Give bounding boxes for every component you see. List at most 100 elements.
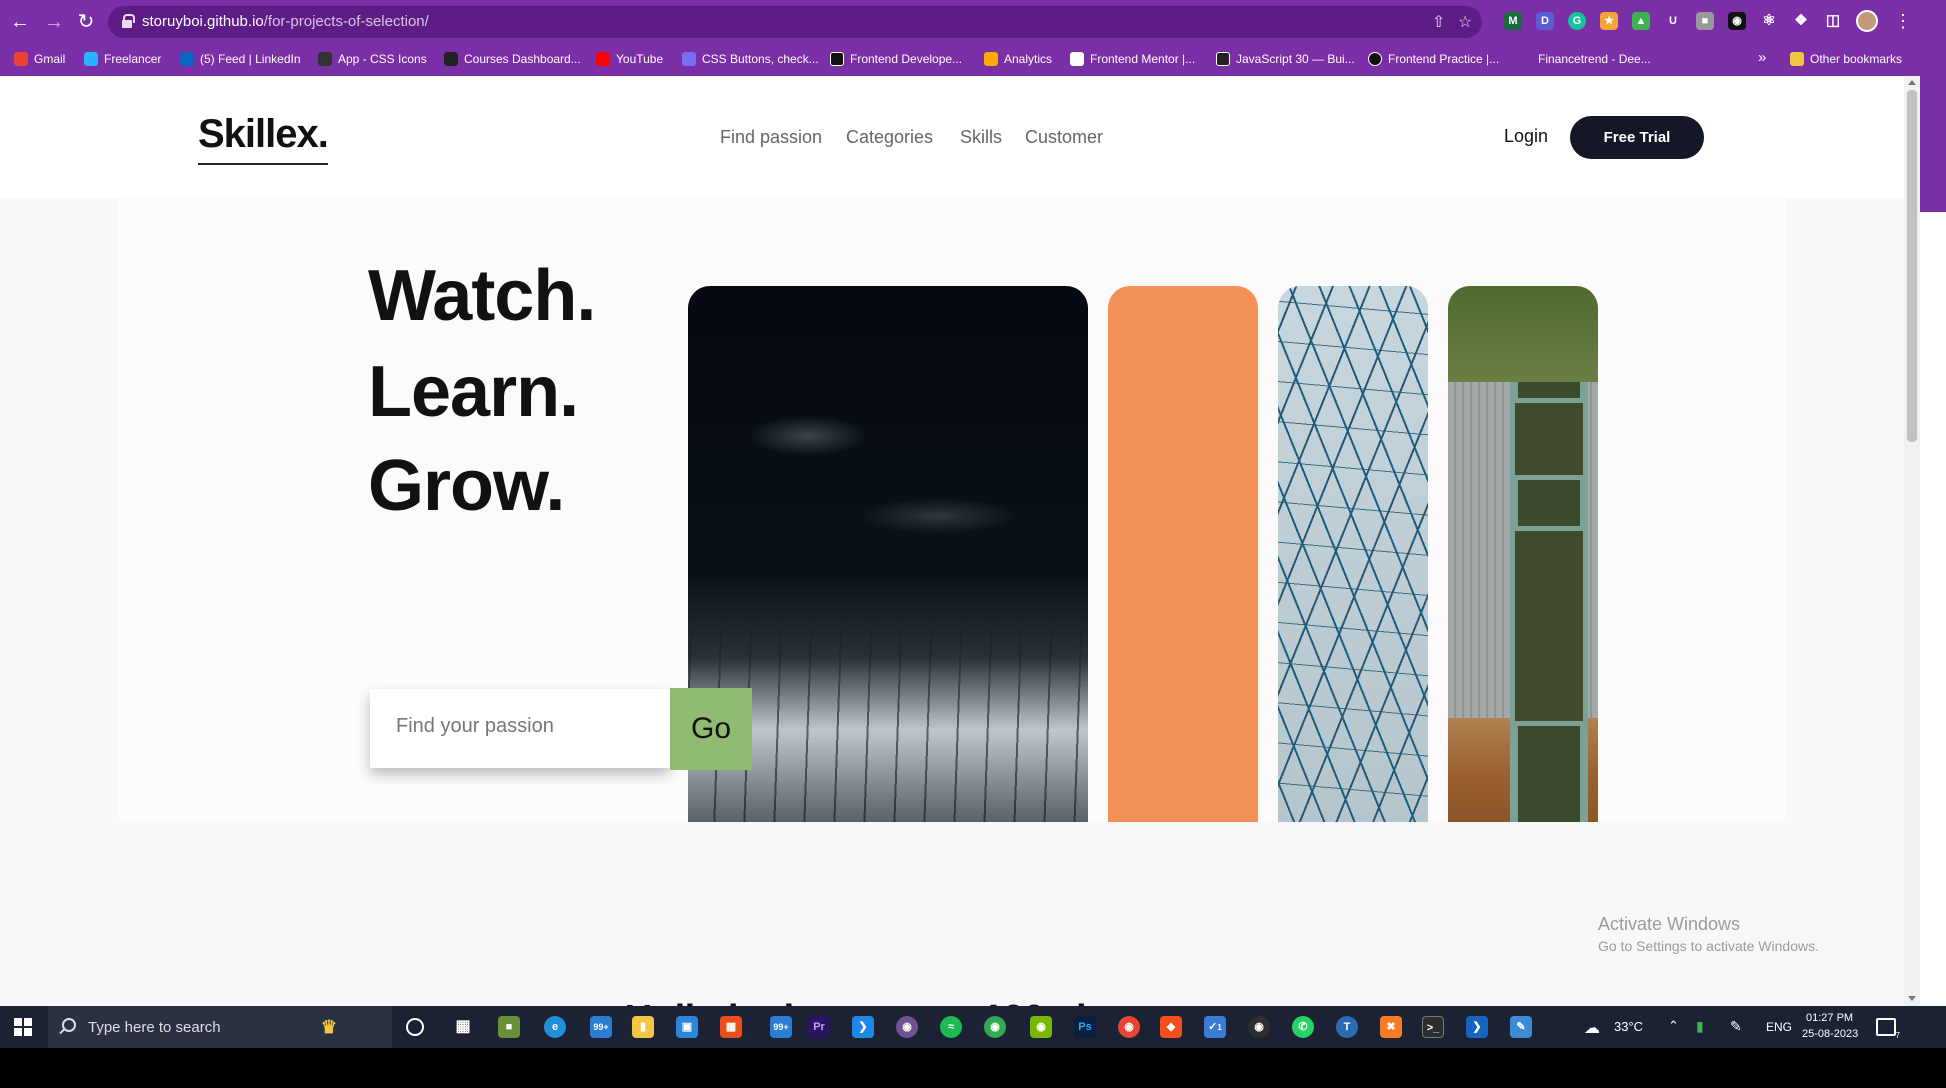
bookmark-item[interactable]: Analytics bbox=[984, 52, 1052, 66]
site-header: Skillex. Find passion Categories Skills … bbox=[0, 76, 1904, 198]
bookmark-item[interactable]: App - CSS Icons bbox=[318, 52, 427, 66]
grammarly-icon[interactable]: G bbox=[1568, 12, 1586, 30]
photoshop-icon[interactable]: Ps bbox=[1074, 1016, 1096, 1038]
scroll-up-arrow-icon[interactable] bbox=[1908, 80, 1916, 85]
share-icon[interactable]: ⇧ bbox=[1432, 12, 1445, 32]
mail-badge-icon[interactable]: 99+ bbox=[770, 1016, 792, 1038]
bookmark-label: Financetrend - Dee... bbox=[1538, 52, 1651, 66]
back-arrow-icon[interactable]: ← bbox=[8, 10, 32, 34]
weather-temp[interactable]: 33°C bbox=[1614, 1019, 1643, 1034]
nav-categories[interactable]: Categories bbox=[846, 127, 933, 148]
forward-arrow-icon[interactable]: → bbox=[42, 10, 66, 34]
clock-date[interactable]: 25-08-2023 bbox=[1802, 1028, 1858, 1040]
tray-chevron-up-icon[interactable]: ⌃ bbox=[1668, 1018, 1679, 1034]
scroll-down-arrow-icon[interactable] bbox=[1908, 996, 1916, 1001]
other-bookmarks-label: Other bookmarks bbox=[1810, 52, 1903, 66]
weather-cloud-icon[interactable]: ☁ bbox=[1584, 1018, 1600, 1038]
login-link[interactable]: Login bbox=[1504, 126, 1548, 147]
nav-customer[interactable]: Customer bbox=[1025, 127, 1103, 148]
nvidia-icon[interactable]: ◉ bbox=[1030, 1016, 1052, 1038]
office-icon[interactable]: ▦ bbox=[720, 1016, 742, 1038]
battery-icon[interactable]: ▮ bbox=[1696, 1018, 1704, 1035]
browser-menu-icon[interactable]: ⋮ bbox=[1894, 10, 1912, 32]
taskbar-search[interactable]: Type here to search ♛ bbox=[48, 1006, 392, 1048]
file-explorer-icon[interactable]: ▮ bbox=[632, 1016, 654, 1038]
reload-icon[interactable]: ↻ bbox=[74, 10, 98, 34]
url-text[interactable]: storuyboi.github.io/for-projects-of-sele… bbox=[142, 13, 429, 30]
bookmark-label: Courses Dashboard... bbox=[464, 52, 581, 66]
bookmark-item[interactable]: Frontend Mentor |... bbox=[1070, 52, 1195, 66]
language-indicator[interactable]: ENG bbox=[1766, 1020, 1792, 1034]
bookmarks-overflow-button[interactable]: » bbox=[1758, 49, 1766, 66]
chrome-profile-icon[interactable]: ◉ bbox=[1118, 1016, 1140, 1038]
extension-dark-icon[interactable]: ◉ bbox=[1728, 12, 1746, 30]
bookmark-label: App - CSS Icons bbox=[338, 52, 427, 66]
bookmark-item[interactable]: Frontend Develope... bbox=[830, 52, 962, 66]
hero-image-house bbox=[1448, 286, 1598, 886]
bookmark-item[interactable]: YouTube bbox=[596, 52, 663, 66]
headline-watch: Watch. bbox=[368, 256, 596, 336]
bookmark-item[interactable]: Freelancer bbox=[84, 52, 161, 66]
side-panel-icon[interactable]: ◫ bbox=[1824, 12, 1842, 30]
premiere-icon[interactable]: Pr bbox=[808, 1016, 830, 1038]
notification-badge: 7 bbox=[1895, 1031, 1900, 1040]
store-icon[interactable]: ▣ bbox=[676, 1016, 698, 1038]
extension-u-icon[interactable]: U bbox=[1664, 12, 1682, 30]
go-button[interactable]: Go bbox=[670, 688, 752, 770]
vscode-icon[interactable]: ❯ bbox=[852, 1016, 874, 1038]
github-icon[interactable]: ◉ bbox=[896, 1016, 918, 1038]
bookmark-star-icon[interactable]: ☆ bbox=[1458, 12, 1472, 32]
site-logo[interactable]: Skillex. bbox=[198, 112, 329, 165]
scroll-thumb[interactable] bbox=[1907, 90, 1917, 442]
obs-icon[interactable]: ◉ bbox=[1248, 1016, 1270, 1038]
house-window-top bbox=[1510, 398, 1588, 480]
react-devtools-icon[interactable]: ⚛ bbox=[1760, 12, 1778, 30]
xampp-icon[interactable]: ✖ bbox=[1380, 1016, 1402, 1038]
bookmark-item[interactable]: Financetrend - Dee... bbox=[1518, 52, 1651, 66]
bookmark-item[interactable]: CSS Buttons, check... bbox=[682, 52, 819, 66]
nav-skills[interactable]: Skills bbox=[960, 127, 1002, 148]
chrome-icon[interactable]: ◉ bbox=[984, 1016, 1006, 1038]
vscode-insiders-icon[interactable]: ❯ bbox=[1466, 1016, 1488, 1038]
cortana-icon[interactable] bbox=[406, 1018, 424, 1036]
extension-gray-icon[interactable]: ■ bbox=[1696, 12, 1714, 30]
bookmark-item[interactable]: JavaScript 30 — Bui... bbox=[1216, 52, 1355, 66]
extension-green-icon[interactable]: ▲ bbox=[1632, 12, 1650, 30]
spotify-icon[interactable]: ≈ bbox=[940, 1016, 962, 1038]
windows-start-icon[interactable] bbox=[14, 1018, 32, 1036]
edge-icon[interactable]: e bbox=[544, 1016, 566, 1038]
folder-icon bbox=[1790, 52, 1804, 66]
todo-icon[interactable]: ✓1 bbox=[1204, 1016, 1226, 1038]
courses-icon bbox=[444, 52, 458, 66]
bookmark-item[interactable]: Courses Dashboard... bbox=[444, 52, 581, 66]
free-trial-button[interactable]: Free Trial bbox=[1570, 116, 1704, 159]
notification-center-icon[interactable]: 7 bbox=[1876, 1018, 1900, 1040]
clock-time[interactable]: 01:27 PM bbox=[1806, 1012, 1853, 1024]
passion-search-input[interactable] bbox=[396, 715, 656, 738]
page-scrollbar[interactable] bbox=[1904, 76, 1920, 1006]
teams-icon[interactable]: T bbox=[1336, 1016, 1358, 1038]
extension-d-icon[interactable]: D bbox=[1536, 12, 1554, 30]
profile-avatar[interactable] bbox=[1856, 10, 1878, 32]
hero-image-snowy-forest bbox=[688, 286, 1088, 886]
pen-icon[interactable]: ✎ bbox=[1730, 1018, 1742, 1035]
browser-toolbar: ← → ↻ storuyboi.github.io/for-projects-o… bbox=[0, 0, 1946, 44]
other-bookmarks[interactable]: Other bookmarks bbox=[1790, 52, 1902, 66]
figma-icon[interactable]: ◆ bbox=[1160, 1016, 1182, 1038]
notepad-icon[interactable]: ✎ bbox=[1510, 1016, 1532, 1038]
bookmark-item[interactable]: Frontend Practice |... bbox=[1368, 52, 1499, 66]
bookmark-label: Frontend Practice |... bbox=[1388, 52, 1500, 66]
bookmark-item[interactable]: (5) Feed | LinkedIn bbox=[180, 52, 301, 66]
task-view-icon[interactable]: ▦ bbox=[452, 1016, 474, 1038]
address-bar[interactable]: storuyboi.github.io/for-projects-of-sele… bbox=[108, 6, 1482, 38]
mail-icon[interactable]: 99+ bbox=[590, 1016, 612, 1038]
extension-orange-icon[interactable]: ★ bbox=[1600, 12, 1618, 30]
whatsapp-icon[interactable]: ✆ bbox=[1292, 1016, 1314, 1038]
extensions-puzzle-icon[interactable]: ❖ bbox=[1792, 12, 1810, 30]
minecraft-icon[interactable]: ■ bbox=[498, 1016, 520, 1038]
gmail-icon bbox=[14, 52, 28, 66]
nav-find-passion[interactable]: Find passion bbox=[720, 127, 822, 148]
extension-m-icon[interactable]: M bbox=[1504, 12, 1522, 30]
terminal-icon[interactable]: >_ bbox=[1422, 1016, 1444, 1038]
bookmark-item[interactable]: Gmail bbox=[14, 52, 65, 66]
